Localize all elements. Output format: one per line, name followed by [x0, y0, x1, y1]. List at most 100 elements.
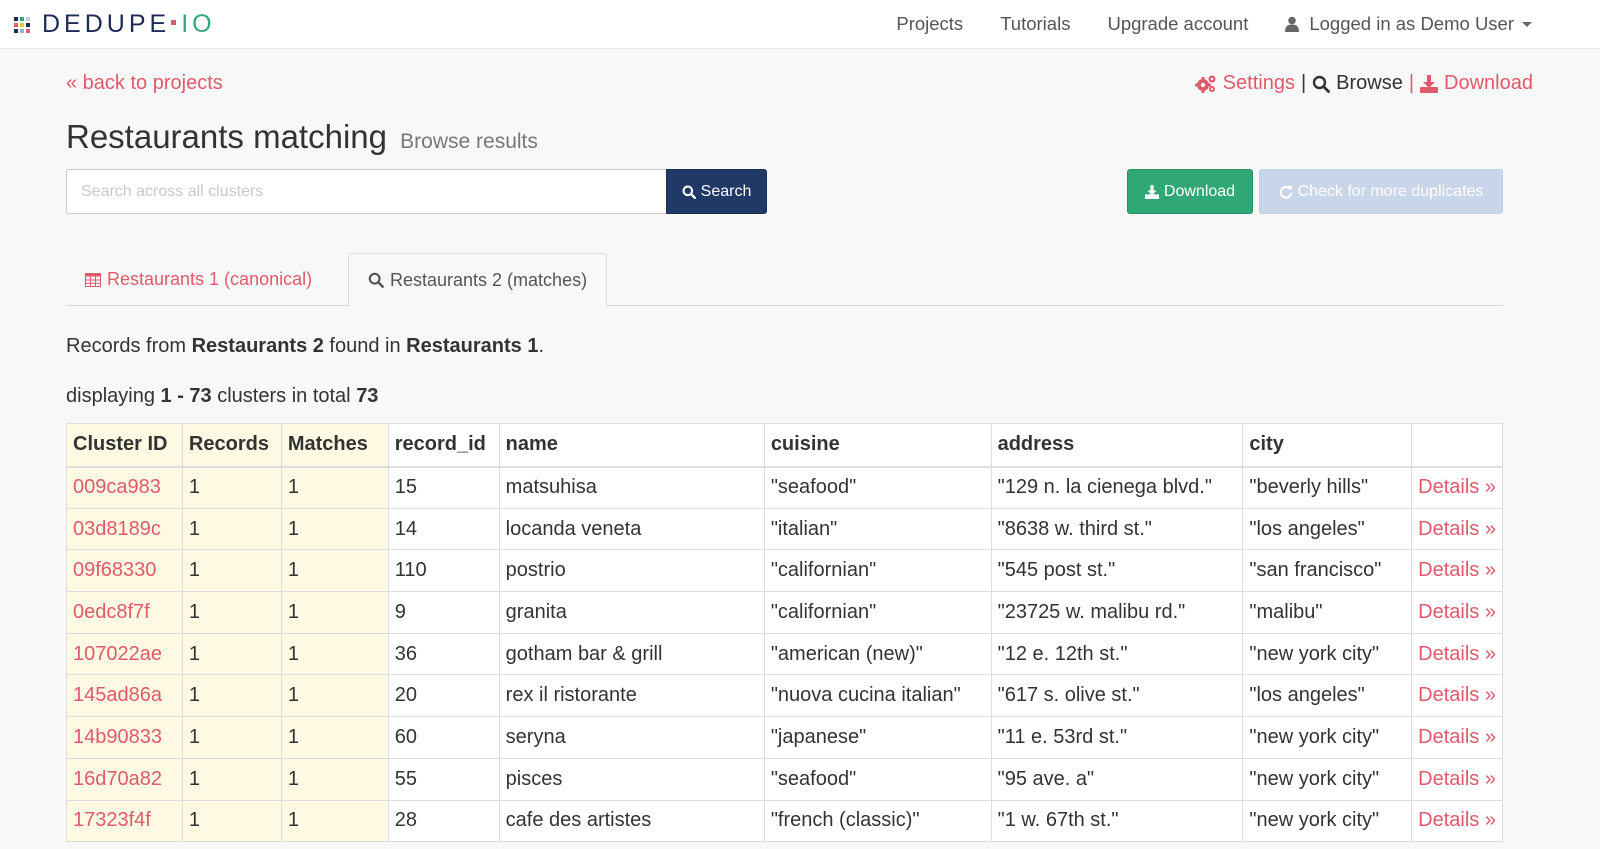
- record-id-cell: 60: [387, 716, 500, 759]
- brand-dot: [171, 20, 177, 26]
- table-row: 145ad86a 1 1 20 rex il ristorante "nuova cuci…: [66, 674, 1503, 718]
- details-cell: Details »: [1411, 466, 1503, 509]
- records-description: Records from Restaurants 2 found in Rest…: [66, 335, 544, 358]
- settings-link[interactable]: Settings: [1194, 72, 1295, 95]
- search-icon: [1312, 75, 1331, 93]
- city-cell: "beverly hills": [1242, 466, 1413, 509]
- address-cell: "617 s. olive st.": [990, 674, 1244, 718]
- column-header[interactable]: Cluster ID: [66, 423, 183, 468]
- cluster-id-cell: 0edc8f7f: [66, 591, 183, 634]
- column-header: [1411, 423, 1503, 468]
- brand-name: DEDUPE IO: [42, 10, 216, 39]
- user-menu-dropdown[interactable]: Logged in as Demo User: [1285, 13, 1532, 35]
- download-link[interactable]: Download: [1420, 72, 1533, 95]
- tab-restaurants-2[interactable]: Restaurants 2 (matches): [348, 253, 608, 307]
- search-input[interactable]: [66, 169, 666, 214]
- matches-count: 1: [280, 674, 389, 718]
- details-link[interactable]: Details »: [1418, 684, 1496, 706]
- cluster-id-link[interactable]: 0edc8f7f: [73, 601, 150, 623]
- nav-upgrade-account[interactable]: Upgrade account: [1107, 13, 1248, 35]
- details-link[interactable]: Details »: [1418, 809, 1496, 831]
- nav-tutorials[interactable]: Tutorials: [1000, 13, 1070, 35]
- name-cell: granita: [498, 591, 765, 634]
- check-duplicates-button[interactable]: Check for more duplicates: [1259, 169, 1503, 214]
- details-link[interactable]: Details »: [1418, 601, 1496, 623]
- column-header[interactable]: Matches: [280, 423, 389, 468]
- logo-cell: [20, 22, 24, 27]
- city-cell: "new york city": [1242, 757, 1413, 801]
- cluster-id-link[interactable]: 009ca983: [73, 476, 161, 498]
- back-to-projects-link[interactable]: « back to projects: [66, 72, 223, 95]
- details-link[interactable]: Details »: [1418, 476, 1496, 498]
- records-count: 1: [181, 632, 282, 676]
- table-icon: [85, 272, 101, 287]
- page-title-text: Restaurants matching: [66, 118, 387, 155]
- column-header[interactable]: record_id: [387, 423, 500, 468]
- cluster-id-link[interactable]: 107022ae: [73, 643, 162, 665]
- details-link[interactable]: Details »: [1418, 559, 1496, 581]
- details-cell: Details »: [1411, 716, 1503, 759]
- download-label: Download: [1444, 72, 1533, 94]
- refresh-icon: [1279, 185, 1292, 199]
- details-link[interactable]: Details »: [1418, 726, 1496, 748]
- details-link[interactable]: Details »: [1418, 768, 1496, 790]
- record-id-cell: 55: [387, 757, 500, 801]
- table-row: 03d8189c 1 1 14 locanda veneta "italian" "8638…: [66, 507, 1503, 551]
- city-cell: "los angeles": [1242, 507, 1413, 551]
- details-cell: Details »: [1411, 549, 1503, 593]
- logo-cell: [26, 22, 30, 27]
- cuisine-cell: "californian": [763, 591, 992, 634]
- clusters-table: Cluster ID Records Matches record_id nam…: [66, 423, 1503, 843]
- table-row: 16d70a82 1 1 55 pisces "seafood" "95 ave. a" "n…: [66, 757, 1503, 801]
- cuisine-cell: "seafood": [763, 466, 992, 509]
- address-cell: "545 post st.": [990, 549, 1244, 593]
- name-cell: locanda veneta: [498, 507, 765, 551]
- target-dataset: Restaurants 1: [406, 335, 539, 357]
- cluster-id-cell: 16d70a82: [66, 757, 183, 801]
- column-header[interactable]: address: [990, 423, 1244, 468]
- text: .: [538, 335, 545, 357]
- name-cell: rex il ristorante: [498, 674, 765, 718]
- text: displaying: [66, 385, 161, 407]
- details-link[interactable]: Details »: [1418, 518, 1496, 540]
- search-icon: [368, 272, 384, 288]
- cluster-id-cell: 17323f4f: [66, 799, 183, 843]
- cluster-id-cell: 145ad86a: [66, 674, 183, 718]
- tab-restaurants-1[interactable]: Restaurants 1 (canonical): [66, 253, 331, 306]
- cluster-id-link[interactable]: 17323f4f: [73, 809, 151, 831]
- record-id-cell: 28: [387, 799, 500, 843]
- settings-label: Settings: [1222, 72, 1295, 94]
- display-total: 73: [356, 385, 379, 407]
- column-header[interactable]: city: [1242, 423, 1413, 468]
- cluster-id-link[interactable]: 16d70a82: [73, 768, 162, 790]
- record-id-cell: 14: [387, 507, 500, 551]
- download-button-label: Download: [1163, 182, 1236, 200]
- brand-logo[interactable]: DEDUPE IO: [14, 10, 216, 39]
- search-button[interactable]: Search: [666, 169, 767, 214]
- column-header[interactable]: cuisine: [763, 423, 992, 468]
- logo-cell: [26, 28, 30, 33]
- name-cell: cafe des artistes: [498, 799, 765, 843]
- column-header[interactable]: name: [498, 423, 765, 468]
- tab-label: Restaurants 2 (matches): [390, 269, 588, 290]
- details-link[interactable]: Details »: [1418, 643, 1496, 665]
- cluster-id-link[interactable]: 145ad86a: [73, 684, 162, 706]
- details-cell: Details »: [1411, 757, 1503, 801]
- nav-menu: Projects Tutorials Upgrade account Logge…: [896, 0, 1600, 48]
- cluster-id-link[interactable]: 03d8189c: [73, 518, 161, 540]
- address-cell: "12 e. 12th st.": [990, 632, 1244, 676]
- logo-grid-icon: [14, 16, 30, 33]
- records-count: 1: [181, 466, 282, 509]
- browse-link[interactable]: Browse: [1312, 72, 1403, 95]
- nav-projects[interactable]: Projects: [896, 13, 963, 35]
- cuisine-cell: "italian": [763, 507, 992, 551]
- details-cell: Details »: [1411, 507, 1503, 551]
- search-button-label: Search: [700, 182, 752, 200]
- project-actions: Settings | Browse | Download: [1194, 72, 1533, 95]
- navbar: DEDUPE IO Projects Tutorials Upgrade acco…: [0, 0, 1600, 49]
- cluster-id-link[interactable]: 09f68330: [73, 559, 156, 581]
- column-header[interactable]: Records: [181, 423, 282, 468]
- download-button[interactable]: Download: [1127, 169, 1253, 214]
- details-cell: Details »: [1411, 632, 1503, 676]
- cluster-id-link[interactable]: 14b90833: [73, 726, 162, 748]
